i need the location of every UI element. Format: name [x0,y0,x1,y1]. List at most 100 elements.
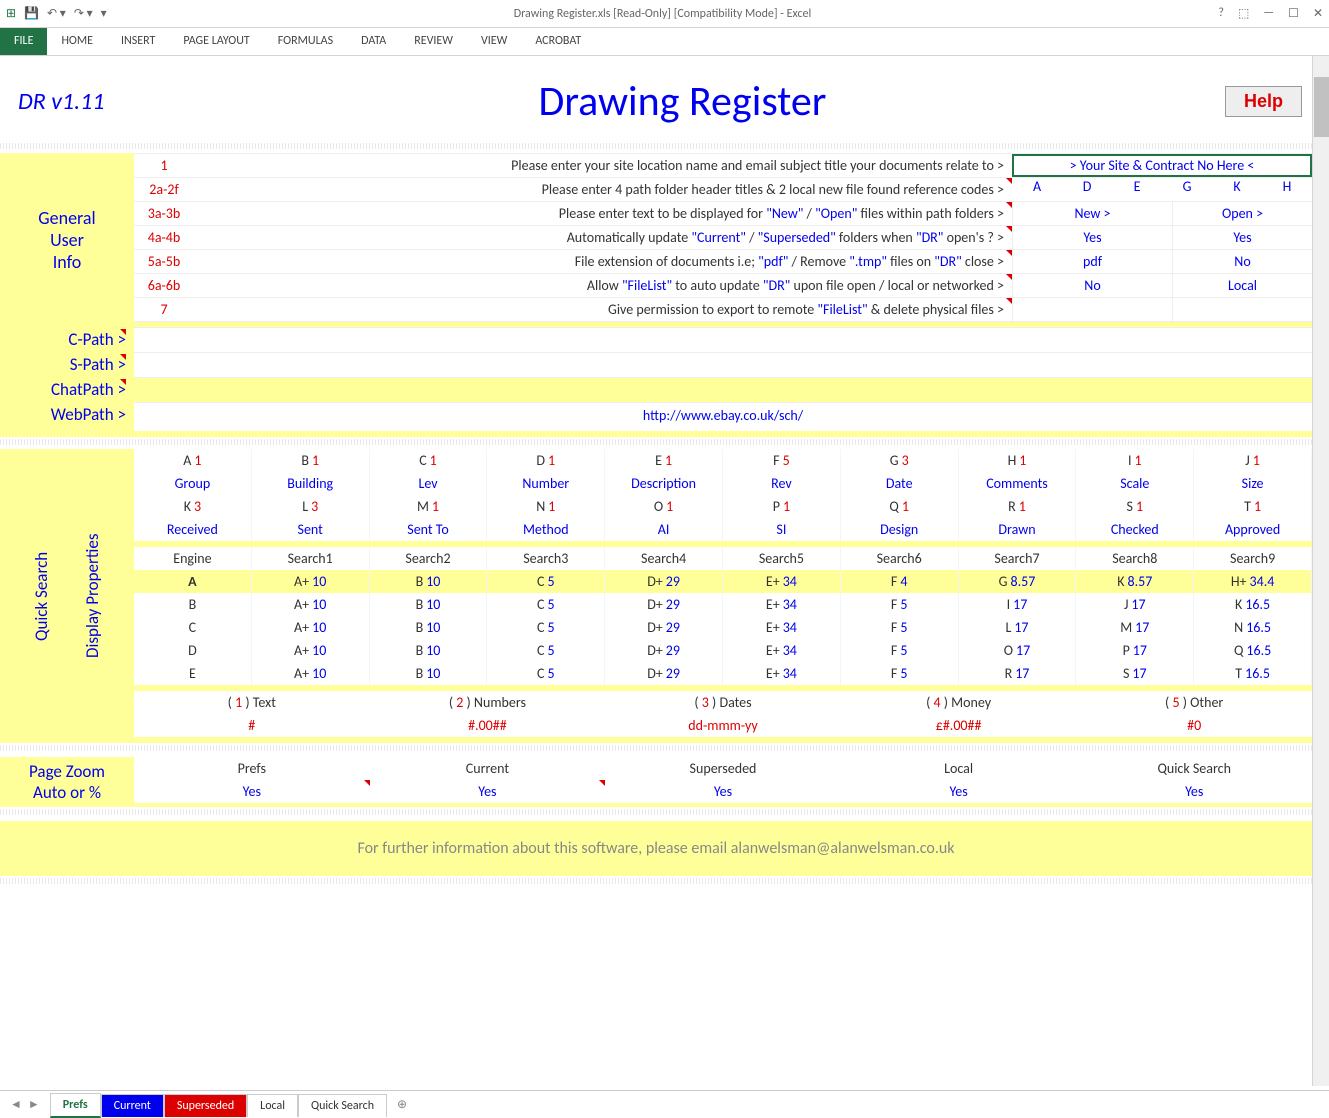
col-name[interactable]: Date [841,472,959,495]
engine-cell[interactable]: C [134,616,252,639]
col-header[interactable]: C1 [370,449,488,472]
col-header[interactable]: T1 [1194,495,1312,518]
search-cell[interactable]: D+29 [605,662,723,685]
general-row-6[interactable]: 6a-6b Allow "FileList" to auto update "D… [134,273,1312,297]
search-cell[interactable]: B10 [370,662,488,685]
search-cell[interactable]: A+10 [252,570,370,593]
search-cell[interactable]: E+34 [723,662,841,685]
col-header[interactable]: P1 [723,495,841,518]
col-name[interactable]: Number [487,472,605,495]
vertical-scrollbar[interactable] [1312,56,1329,1086]
folder-codes[interactable]: A D E G K H [1012,178,1312,201]
search-cell[interactable]: J17 [1076,593,1194,616]
general-row-3[interactable]: 3a-3b Please enter text to be displayed … [134,201,1312,225]
format-value[interactable]: # [134,714,370,737]
col-name[interactable]: Group [134,472,252,495]
col-header[interactable]: F5 [723,449,841,472]
col-header[interactable]: K3 [134,495,252,518]
general-row-4[interactable]: 4a-4b Automatically update "Current" / "… [134,225,1312,249]
sheet-tab-prefs[interactable]: Prefs [50,1093,101,1118]
col-header[interactable]: O1 [605,495,723,518]
general-row-7[interactable]: 7 Give permission to export to remote "F… [134,297,1312,321]
col-name[interactable]: Approved [1194,518,1312,541]
search-cell[interactable]: C5 [487,593,605,616]
add-sheet-icon[interactable]: ⊕ [387,1093,417,1116]
ribbon-tab-view[interactable]: VIEW [467,28,521,55]
format-value[interactable]: £#.00## [841,714,1077,737]
engine-cell[interactable]: A [134,570,252,593]
col-header[interactable]: Q1 [841,495,959,518]
general-row-2[interactable]: 2a-2f Please enter 4 path folder header … [134,177,1312,201]
col-header[interactable]: S1 [1076,495,1194,518]
col-name[interactable]: Building [252,472,370,495]
search-cell[interactable]: F5 [841,593,959,616]
ribbon-tab-formulas[interactable]: FORMULAS [264,28,347,55]
search-cell[interactable]: G8.57 [959,570,1077,593]
col-header[interactable]: E1 [605,449,723,472]
search-cell[interactable]: A+10 [252,616,370,639]
web-path-input[interactable]: http://www.ebay.co.uk/sch/ [134,402,1312,427]
search-cell[interactable]: E+34 [723,593,841,616]
format-value[interactable]: dd-mmm-yy [605,714,841,737]
search-cell[interactable]: C5 [487,639,605,662]
col-name[interactable]: SI [723,518,841,541]
general-row-5[interactable]: 5a-5b File extension of documents i.e; "… [134,249,1312,273]
c-path-input[interactable] [134,327,1312,352]
ribbon-tab-home[interactable]: HOME [47,28,107,55]
search-cell[interactable]: B10 [370,616,488,639]
search-cell[interactable]: K8.57 [1076,570,1194,593]
sheet-tab-superseded[interactable]: Superseded [164,1094,247,1117]
col-name[interactable]: Size [1194,472,1312,495]
search-cell[interactable]: C5 [487,662,605,685]
search-cell[interactable]: K16.5 [1194,593,1312,616]
undo-icon[interactable]: ↶ ▾ [47,6,66,21]
ribbon-tab-data[interactable]: DATA [347,28,400,55]
search-cell[interactable]: D+29 [605,570,723,593]
search-cell[interactable]: M17 [1076,616,1194,639]
col-header[interactable]: H1 [959,449,1077,472]
search-cell[interactable]: S17 [1076,662,1194,685]
search-cell[interactable]: B10 [370,593,488,616]
search-cell[interactable]: C5 [487,616,605,639]
col-name[interactable]: Drawn [959,518,1077,541]
close-icon[interactable]: ✕ [1313,6,1323,21]
search-cell[interactable]: P17 [1076,639,1194,662]
zoom-value[interactable]: Yes [134,780,370,803]
search-cell[interactable]: B10 [370,570,488,593]
search-cell[interactable]: C5 [487,570,605,593]
col-name[interactable]: Rev [723,472,841,495]
search-cell[interactable]: A+10 [252,662,370,685]
col-name[interactable]: Received [134,518,252,541]
tab-nav-last-icon[interactable]: ► [28,1097,40,1112]
search-cell[interactable]: D+29 [605,616,723,639]
col-header[interactable]: M1 [370,495,488,518]
site-input[interactable]: > Your Site & Contract No Here < [1012,154,1312,177]
ribbon-tab-file[interactable]: FILE [0,28,47,55]
general-row-1[interactable]: 1 Please enter your site location name a… [134,153,1312,177]
minimize-icon[interactable]: — [1263,6,1274,21]
sheet-tab-local[interactable]: Local [247,1094,298,1117]
search-cell[interactable]: D+29 [605,639,723,662]
save-icon[interactable]: 💾 [24,6,39,21]
col-name[interactable]: Design [841,518,959,541]
engine-cell[interactable]: E [134,662,252,685]
col-name[interactable]: Lev [370,472,488,495]
s-path-input[interactable] [134,352,1312,377]
zoom-value[interactable]: Yes [1076,780,1312,803]
help-button[interactable]: Help [1225,86,1302,117]
sheet-tab-quick-search[interactable]: Quick Search [298,1094,387,1117]
col-name[interactable]: AI [605,518,723,541]
ribbon-tab-acrobat[interactable]: ACROBAT [521,28,595,55]
search-cell[interactable]: H+34.4 [1194,570,1312,593]
search-cell[interactable]: D+29 [605,593,723,616]
search-cell[interactable]: Q16.5 [1194,639,1312,662]
sheet-tab-current[interactable]: Current [101,1094,164,1117]
chat-path-input[interactable] [134,377,1312,402]
ribbon-options-icon[interactable]: ⬚ [1238,6,1249,21]
engine-cell[interactable]: D [134,639,252,662]
search-cell[interactable]: E+34 [723,570,841,593]
col-header[interactable]: A1 [134,449,252,472]
col-name[interactable]: Sent [252,518,370,541]
search-cell[interactable]: B10 [370,639,488,662]
col-name[interactable]: Comments [959,472,1077,495]
